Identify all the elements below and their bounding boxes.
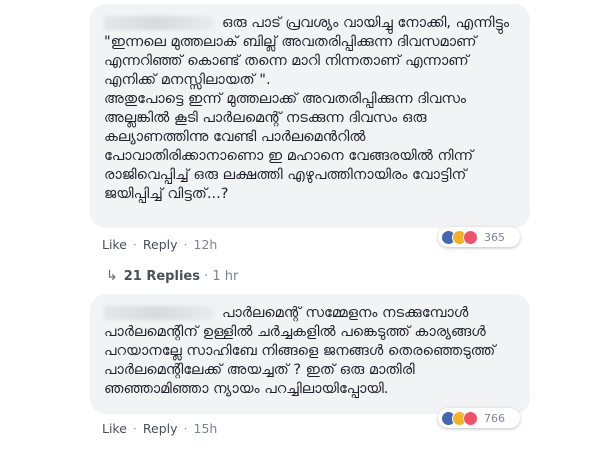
comment-time[interactable]: 15h [194,421,218,436]
reaction-count: 365 [484,230,505,244]
comment-time[interactable]: 12h [194,237,218,252]
reply-button[interactable]: Reply [143,421,178,436]
love-icon [463,410,478,426]
separator-dot: · [183,421,188,436]
comment-actions: Like · Reply · 12h [102,237,217,252]
like-button[interactable]: Like [102,237,127,252]
separator-dot: · [132,237,137,252]
love-icon [463,229,478,245]
separator-dot: · [132,421,137,436]
replies-count-link[interactable]: 21 Replies [124,269,200,284]
replies-time: 1 hr [212,269,239,284]
reactions-summary[interactable]: 766 [438,408,520,428]
separator-dot: · [183,237,188,252]
author-name-blurred[interactable] [104,306,214,320]
comment-bubble: ഒരു പാട് പ്രവശ്യം വായിച്ചു നോക്കി, എന്നി… [90,4,530,228]
comment-paragraph: ഒരു പാട് പ്രവശ്യം വായിച്ചു നോക്കി, എന്നി… [104,15,510,88]
view-replies[interactable]: ↳ 21 Replies · 1 hr [106,268,238,284]
reply-arrow-icon: ↳ [106,268,118,284]
reactions-summary[interactable]: 365 [438,227,520,247]
reaction-count: 766 [484,411,505,425]
comment-paragraph: അതുപോട്ടെ ഇന്ന് മുത്തലാക്ക് അവതരിപ്പിക്ക… [104,91,474,202]
comment-paragraph: പാർലമെന്റ് സമ്മേളനം നടക്കുമ്പോൾ പാർലമെന്… [104,305,496,397]
comment-actions: Like · Reply · 15h [102,421,217,436]
like-button[interactable]: Like [102,421,127,436]
author-name-blurred[interactable] [104,16,214,30]
comment-bubble: പാർലമെന്റ് സമ്മേളനം നടക്കുമ്പോൾ പാർലമെന്… [90,294,530,414]
reply-button[interactable]: Reply [143,237,178,252]
